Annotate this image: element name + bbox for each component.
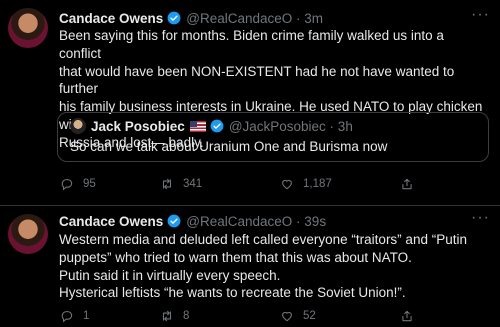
- tweet-text: Western media and deluded left called ev…: [59, 231, 488, 302]
- tweet-text-line: Putin said it in virtually every speech.: [59, 267, 281, 283]
- tweet[interactable]: Candace Owens @RealCandaceO · 39s ··· We…: [0, 206, 500, 323]
- retweet-icon: [162, 310, 172, 322]
- tweet-text-line: Western media and deluded left called ev…: [59, 232, 467, 247]
- quoted-author-avatar: [70, 118, 86, 134]
- quoted-author-handle-time: @JackPosobiec · 3h: [228, 118, 353, 134]
- share-button[interactable]: [400, 309, 423, 323]
- tweet-header: Candace Owens @RealCandaceO · 3m: [59, 9, 323, 27]
- tweet-text-line: Hysterical leftists “he wants to recreat…: [59, 285, 406, 301]
- retweet-button[interactable]: 341: [160, 177, 202, 191]
- verified-badge-icon: [167, 11, 181, 25]
- quoted-tweet[interactable]: Jack Posobiec @JackPosobiec · 3h So can …: [57, 112, 489, 162]
- share-icon: [402, 310, 412, 322]
- author-handle-time[interactable]: @RealCandaceO · 3m: [186, 11, 323, 26]
- retweet-count: 341: [183, 178, 203, 190]
- heart-icon: [282, 311, 292, 322]
- more-horizontal-icon[interactable]: ···: [471, 209, 490, 227]
- like-button[interactable]: 1,187: [280, 177, 332, 191]
- tweet-text-line: puppets” who tried to warn them that thi…: [59, 249, 412, 265]
- reply-icon: [61, 311, 73, 323]
- verified-badge-icon: [210, 119, 224, 133]
- author-avatar[interactable]: [8, 8, 48, 48]
- retweet-count: 8: [183, 310, 190, 322]
- quoted-tweet-text: So can we talk about Uranium One and Bur…: [70, 139, 388, 154]
- quoted-author-name: Jack Posobiec: [91, 118, 185, 134]
- tweet-actions: 1 8 52: [60, 309, 440, 327]
- tweet-header: Candace Owens @RealCandaceO · 39s: [59, 212, 326, 230]
- reply-button[interactable]: 1: [60, 309, 89, 323]
- tweet-text-line: that would have been NON-EXISTENT had he…: [59, 63, 455, 97]
- heart-icon: [282, 179, 292, 190]
- tweet-text-line: Been saying this for months. Biden crime…: [59, 28, 444, 61]
- us-flag-icon: [189, 120, 206, 132]
- verified-badge-icon: [167, 214, 181, 228]
- author-avatar[interactable]: [8, 214, 48, 254]
- more-horizontal-icon[interactable]: ···: [471, 6, 490, 24]
- tweet-actions: 95 341 1,187: [60, 177, 440, 195]
- tweet[interactable]: Candace Owens @RealCandaceO · 3m ··· Bee…: [0, 0, 500, 206]
- retweet-icon: [162, 178, 172, 190]
- like-button[interactable]: 52: [280, 309, 316, 323]
- author-name[interactable]: Candace Owens: [59, 11, 163, 26]
- reply-icon: [61, 179, 73, 191]
- quoted-tweet-header: Jack Posobiec @JackPosobiec · 3h: [70, 118, 353, 134]
- like-count: 52: [303, 310, 316, 322]
- author-handle-time[interactable]: @RealCandaceO · 39s: [186, 214, 326, 229]
- share-button[interactable]: [400, 177, 423, 191]
- share-icon: [402, 178, 412, 190]
- retweet-button[interactable]: 8: [160, 309, 189, 323]
- reply-count: 1: [83, 310, 90, 322]
- reply-count: 95: [83, 178, 96, 190]
- like-count: 1,187: [303, 178, 332, 190]
- reply-button[interactable]: 95: [60, 177, 96, 191]
- author-name[interactable]: Candace Owens: [59, 214, 163, 229]
